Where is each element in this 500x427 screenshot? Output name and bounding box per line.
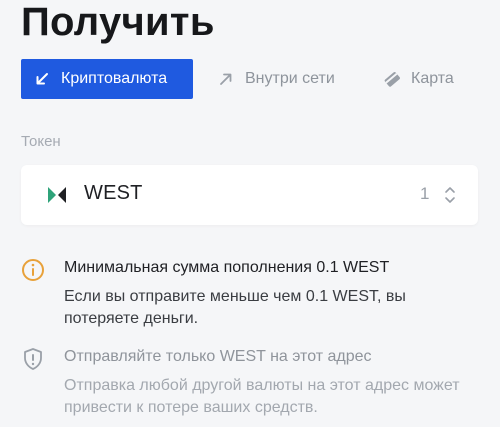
arrow-up-right-icon <box>217 70 235 88</box>
arrow-down-left-icon <box>33 70 51 88</box>
tab-internal-label: Внутри сети <box>245 70 335 87</box>
tab-crypto[interactable]: Криптовалюта <box>21 59 193 99</box>
card-icon <box>383 70 401 88</box>
tab-card[interactable]: Карта <box>383 59 454 99</box>
tab-card-label: Карта <box>411 70 454 87</box>
token-select-value: WEST <box>84 182 143 204</box>
min-amount-text: Если вы отправите меньше чем 0.1 WEST, в… <box>64 288 406 327</box>
chevron-up-down-icon[interactable] <box>442 182 458 208</box>
receive-method-tabs: Криптовалюта Внутри сети Карта <box>21 59 481 99</box>
token-label: Токен <box>21 133 61 150</box>
info-circle-icon <box>21 258 45 282</box>
address-warning-text: Отправка любой другой валюты на этот адр… <box>64 377 460 416</box>
tab-internal[interactable]: Внутри сети <box>217 59 335 99</box>
shield-warning-icon <box>21 347 45 371</box>
west-logo-icon <box>46 185 68 205</box>
token-select[interactable]: WEST 1 <box>21 165 478 225</box>
address-warning-title: Отправляйте только WEST на этот адрес <box>64 348 372 365</box>
page-title: Получить <box>21 0 215 44</box>
tab-crypto-label: Криптовалюта <box>61 70 168 87</box>
min-amount-title: Минимальная сумма пополнения 0.1 WEST <box>64 259 390 276</box>
token-count: 1 <box>420 184 430 203</box>
